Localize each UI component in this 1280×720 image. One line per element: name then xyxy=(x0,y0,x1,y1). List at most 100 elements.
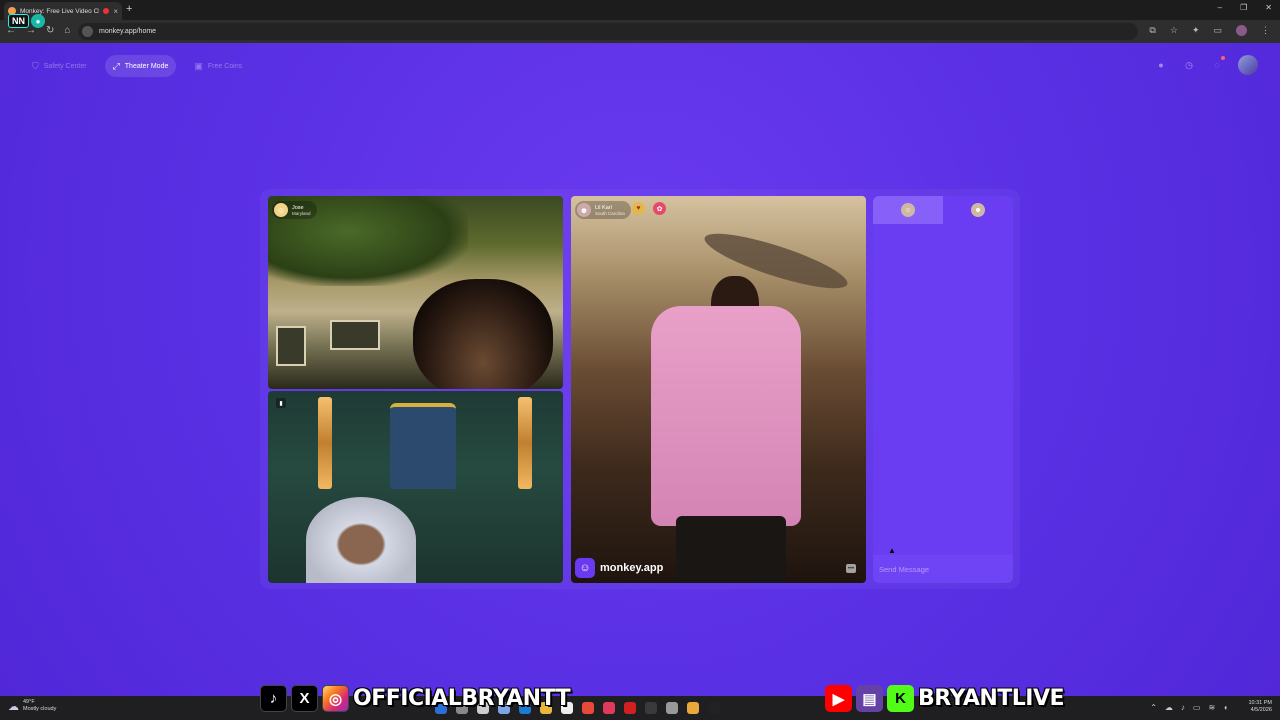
safety-center-button[interactable]: ⛉ Safety Center xyxy=(24,55,95,77)
camera-toggle-icon[interactable]: ▮ xyxy=(276,398,286,408)
x-icon: X xyxy=(291,685,318,712)
socials-right: ▶ ▤ K BRYANTLIVE xyxy=(825,685,1065,712)
github-icon[interactable] xyxy=(666,702,678,714)
app-icon[interactable] xyxy=(603,702,615,714)
restore-button[interactable]: ❐ xyxy=(1240,3,1247,12)
heart-badge-icon[interactable]: ♥ xyxy=(632,202,645,215)
chrome-icon[interactable] xyxy=(582,702,594,714)
stream-logo-text: NN xyxy=(8,14,29,28)
shield-icon: ⛉ xyxy=(32,60,39,71)
safety-center-label: Safety Center xyxy=(43,62,87,70)
address-bar[interactable]: monkey.app/home xyxy=(78,23,1138,40)
youtube-icon: ▶ xyxy=(825,685,852,712)
video-tile-jose xyxy=(268,196,563,389)
video-window-shape xyxy=(330,320,380,350)
add-friend-badge-icon[interactable]: ✿ xyxy=(653,202,666,215)
terminal-icon[interactable] xyxy=(645,702,657,714)
theater-mode-button[interactable]: ⤢ Theater Mode xyxy=(104,55,177,77)
browser-right-icons: ⧉ ☆ ✦ ▭ ⋮ xyxy=(1149,25,1270,36)
system-tray: ⌃ ☁ ♪ ▭ ≋ ◖ xyxy=(1150,703,1228,712)
free-coins-button[interactable]: ▣ Free Coins xyxy=(186,55,250,77)
video-person-legs xyxy=(676,516,786,583)
chat-tabs: ☺ ☻ xyxy=(873,196,1013,224)
microphone-icon[interactable]: ♪ xyxy=(1181,703,1185,712)
theater-mode-label: Theater Mode xyxy=(124,62,169,70)
user-chip-lil-karl[interactable]: ☻ Lil Karl South Carolina xyxy=(575,201,631,219)
cloud-icon: ☁ xyxy=(8,700,19,713)
clock[interactable]: 10:31 PM 4/5/2026 xyxy=(1248,700,1272,714)
socials-left: ♪ X ◎ OFFICIALBRYANTT xyxy=(260,685,571,712)
free-coins-label: Free Coins xyxy=(207,62,243,70)
microphone-icon: ● xyxy=(31,14,45,28)
more-options-icon[interactable]: ••• xyxy=(846,564,856,573)
right-social-handle: BRYANTLIVE xyxy=(918,686,1065,711)
monkey-watermark: ☺ monkey.app xyxy=(575,558,663,578)
video-jersey-shape xyxy=(390,403,456,489)
twitch-icon: ▤ xyxy=(856,685,883,712)
video-window-shape xyxy=(276,326,306,366)
user-chip-jose[interactable]: ☺ Jose Maryland xyxy=(272,201,317,219)
new-tab-button[interactable]: + xyxy=(126,3,132,15)
url-text: monkey.app/home xyxy=(99,28,157,35)
user-avatar-emoji-icon: ☺ xyxy=(274,203,288,217)
weather-widget[interactable]: ☁ 49°F Mostly cloudy xyxy=(8,699,56,713)
chat-tab-user[interactable]: ☻ xyxy=(943,196,1013,224)
home-icon[interactable]: ⌂ xyxy=(64,25,70,36)
app-icon[interactable] xyxy=(624,702,636,714)
send-message-input[interactable]: Send Message xyxy=(873,555,1013,583)
user-avatar[interactable] xyxy=(1238,55,1258,75)
close-window-button[interactable]: ✕ xyxy=(1265,3,1272,12)
chrome-icon[interactable] xyxy=(687,702,699,714)
bookmark-star-icon[interactable]: ☆ xyxy=(1170,25,1178,36)
clock-time: 10:31 PM xyxy=(1248,700,1272,706)
mouse-cursor: ▲ xyxy=(888,546,896,555)
stream-logo-overlay: NN ● xyxy=(8,10,56,32)
sidebar-icon[interactable]: ▭ xyxy=(1213,25,1222,36)
taskbar: ☁ 49°F Mostly cloudy ⌃ ☁ ♪ ▭ ≋ ◖ 10:31 P… xyxy=(0,696,1280,720)
gift-icon: ▣ xyxy=(194,60,203,71)
video-tile-lil-karl xyxy=(571,196,866,583)
video-lamp-shape xyxy=(318,397,332,489)
monkey-logo-icon: ☺ xyxy=(575,558,595,578)
tiktok-icon[interactable] xyxy=(708,702,720,714)
profile-avatar[interactable] xyxy=(1236,25,1247,36)
wifi-icon[interactable]: ≋ xyxy=(1208,703,1215,712)
user-avatar-icon: ☻ xyxy=(971,203,985,217)
weather-condition: Mostly cloudy xyxy=(23,706,57,712)
display-icon[interactable]: ▭ xyxy=(1193,703,1201,712)
onedrive-icon[interactable]: ☁ xyxy=(1165,703,1173,712)
window-controls: – ❐ ✕ xyxy=(1218,3,1272,12)
recording-icon xyxy=(103,8,110,14)
user-avatar-icon: ☻ xyxy=(577,203,591,217)
extensions-icon[interactable]: ✦ xyxy=(1192,25,1200,36)
instagram-icon: ◎ xyxy=(322,685,349,712)
browser-toolbar: ← → ↻ ⌂ monkey.app/home ⧉ ☆ ✦ ▭ ⋮ xyxy=(0,20,1280,43)
chat-tab-group[interactable]: ☺ xyxy=(873,196,943,224)
left-social-handle: OFFICIALBRYANTT xyxy=(353,686,571,711)
coin-icon[interactable]: ● xyxy=(1154,58,1168,72)
tiktok-icon: ♪ xyxy=(260,685,287,712)
kick-icon: K xyxy=(887,685,914,712)
menu-dots-icon[interactable]: ⋮ xyxy=(1261,25,1270,36)
temperature: 49°F xyxy=(23,699,35,705)
group-avatars-icon: ☺ xyxy=(901,203,915,217)
video-tile-self xyxy=(268,391,563,583)
watermark-text: monkey.app xyxy=(600,562,664,574)
chevron-up-icon[interactable]: ⌃ xyxy=(1150,703,1157,712)
chat-panel: ☺ ☻ Send Message xyxy=(873,196,1013,583)
clock-date: 4/5/2026 xyxy=(1250,707,1272,713)
video-person xyxy=(306,497,416,583)
minimize-button[interactable]: – xyxy=(1218,3,1222,12)
video-lamp-shape xyxy=(518,397,532,489)
volume-icon[interactable]: ◖ xyxy=(1223,703,1228,712)
top-nav: ⛉ Safety Center ⤢ Theater Mode ▣ Free Co… xyxy=(24,55,250,77)
expand-icon: ⤢ xyxy=(112,60,120,71)
history-clock-icon[interactable]: ◷ xyxy=(1182,58,1196,72)
tab-close-icon[interactable]: × xyxy=(113,7,118,16)
site-info-icon[interactable] xyxy=(82,26,93,37)
user-location: South Carolina xyxy=(595,210,625,216)
user-location: Maryland xyxy=(292,210,311,216)
messages-icon[interactable]: ◌ xyxy=(1210,56,1225,72)
install-icon[interactable]: ⧉ xyxy=(1149,25,1155,36)
video-person xyxy=(413,279,553,389)
